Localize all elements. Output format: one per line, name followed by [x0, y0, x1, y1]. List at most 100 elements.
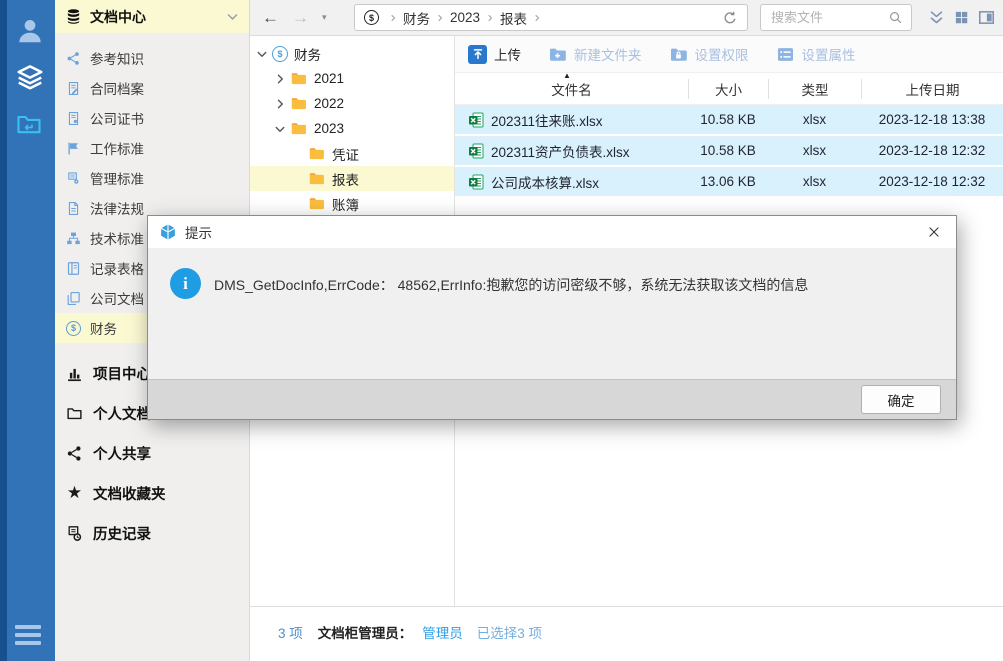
chevron-right-icon[interactable]: [274, 98, 286, 110]
set-permissions-button[interactable]: 设置权限: [669, 44, 749, 64]
menu-toggle-icon[interactable]: [15, 625, 41, 649]
grid-view-icon[interactable]: [954, 10, 969, 25]
document-icon: [66, 201, 81, 216]
back-icon[interactable]: ←: [262, 8, 279, 28]
nav-arrows: ← → ▾: [262, 0, 327, 35]
sidebar-item-contracts[interactable]: 合同档案: [55, 73, 249, 103]
folder-transfer-icon[interactable]: [15, 110, 43, 138]
document-pen-icon: [66, 81, 81, 96]
file-type: xlsx: [768, 143, 861, 158]
search-input[interactable]: [769, 9, 888, 26]
tree-node-ledgers[interactable]: 账簿: [250, 191, 454, 216]
tree-node-label: 凭证: [332, 144, 359, 164]
refresh-icon[interactable]: [722, 10, 738, 26]
file-size: 10.58 KB: [688, 143, 768, 158]
user-icon[interactable]: [15, 16, 45, 46]
file-name: 202311资产负债表.xlsx: [491, 141, 630, 161]
tree-node-2023[interactable]: 2023: [250, 116, 454, 141]
column-header-type[interactable]: 类型: [768, 79, 861, 99]
chevron-down-icon[interactable]: [274, 123, 286, 135]
double-chevron-down-icon[interactable]: [928, 9, 945, 26]
new-folder-button[interactable]: 新建文件夹: [548, 44, 642, 64]
sidebar-item-label: 文档收藏夹: [93, 483, 166, 504]
tree-node-reports[interactable]: 报表: [250, 166, 454, 191]
alert-dialog: 提示 i DMS_GetDocInfo,ErrCode： 48562,ErrIn…: [147, 215, 957, 420]
breadcrumb: $ 财务 2023 报表: [354, 4, 748, 31]
set-properties-label: 设置属性: [802, 44, 856, 64]
dialog-body: i DMS_GetDocInfo,ErrCode： 48562,ErrInfo:…: [148, 248, 956, 379]
bar-chart-icon: [66, 365, 83, 382]
chevron-right-icon: [533, 13, 541, 23]
history-dropdown-icon[interactable]: ▾: [322, 12, 327, 23]
forward-icon[interactable]: →: [292, 8, 309, 28]
breadcrumb-segment-finance[interactable]: 财务: [403, 8, 430, 28]
sidebar-header-doc-center[interactable]: 文档中心: [55, 0, 249, 33]
folder-icon: [290, 95, 307, 112]
tree-node-2021[interactable]: 2021: [250, 66, 454, 91]
chevron-right-icon: [389, 13, 397, 23]
top-navigation-bar: ← → ▾ $ 财务 2023 报表: [250, 0, 1003, 36]
ok-button[interactable]: 确定: [861, 385, 941, 414]
sidebar-item-personal-share[interactable]: 个人共享: [55, 433, 249, 473]
excel-file-icon: [468, 112, 484, 128]
sidebar-item-label: 历史记录: [93, 523, 151, 544]
chevron-down-icon[interactable]: [226, 10, 239, 23]
breadcrumb-segment-reports[interactable]: 报表: [500, 8, 527, 28]
app-cube-icon: [159, 223, 177, 241]
chevron-down-icon[interactable]: [256, 48, 268, 60]
excel-file-icon: [468, 143, 484, 159]
tree-node-finance[interactable]: $ 财务: [250, 41, 454, 66]
sidebar-item-certificates[interactable]: 公司证书: [55, 103, 249, 133]
list-icon: [776, 45, 795, 64]
breadcrumb-segment-2023[interactable]: 2023: [450, 10, 480, 25]
file-type: xlsx: [768, 174, 861, 189]
sidebar-item-label: 参考知识: [90, 48, 144, 68]
sidebar-item-work-standards[interactable]: 工作标准: [55, 133, 249, 163]
column-header-filename[interactable]: 文件名: [455, 79, 688, 99]
chevron-right-icon[interactable]: [274, 73, 286, 85]
sidebar-item-management-standards[interactable]: 管理标准: [55, 163, 249, 193]
table-row[interactable]: 202311资产负债表.xlsx 10.58 KB xlsx 2023-12-1…: [455, 136, 1003, 165]
tree-node-label: 报表: [332, 169, 359, 189]
layers-icon[interactable]: [15, 62, 45, 92]
file-toolbar: 上传 新建文件夹 设置权限 设置属性: [455, 36, 1003, 73]
sidebar-item-label: 公司文档: [90, 288, 144, 308]
tree-node-2022[interactable]: 2022: [250, 91, 454, 116]
folder-lock-icon: [669, 45, 688, 64]
sidebar-item-label: 财务: [90, 318, 117, 338]
sidebar-item-favorites[interactable]: ★ 文档收藏夹: [55, 473, 249, 513]
upload-label: 上传: [494, 44, 521, 64]
set-properties-button[interactable]: 设置属性: [776, 44, 856, 64]
cabinet-admin-label: 文档柜管理员：: [318, 626, 413, 641]
file-name: 公司成本核算.xlsx: [491, 172, 599, 192]
tree-node-label: 财务: [294, 44, 321, 64]
sidebar-item-history[interactable]: 历史记录: [55, 513, 249, 553]
view-controls: [928, 0, 995, 35]
search-icon[interactable]: [888, 10, 903, 25]
table-row[interactable]: 公司成本核算.xlsx 13.06 KB xlsx 2023-12-18 12:…: [455, 167, 1003, 196]
panel-layout-icon[interactable]: [978, 9, 995, 26]
certificate-icon: [66, 111, 81, 126]
chevron-right-icon: [436, 13, 444, 23]
column-header-size[interactable]: 大小: [688, 79, 768, 99]
new-folder-label: 新建文件夹: [574, 44, 642, 64]
dollar-circle-icon: $: [66, 321, 81, 336]
sidebar-item-reference[interactable]: 参考知识: [55, 43, 249, 73]
admin-link[interactable]: 管理员: [422, 626, 463, 641]
flag-icon: [66, 141, 81, 156]
folder-icon: [290, 70, 307, 87]
file-upload-date: 2023-12-18 12:32: [861, 143, 1003, 158]
sidebar-item-label: 法律法规: [90, 198, 144, 218]
folder-icon: [66, 405, 83, 422]
upload-button[interactable]: 上传: [468, 44, 521, 64]
tree-node-vouchers[interactable]: 凭证: [250, 141, 454, 166]
app-window: 文档中心 参考知识 合同档案 公司证书 工作标准 管理标准: [0, 0, 1003, 661]
table-row[interactable]: 202311往来账.xlsx 10.58 KB xlsx 2023-12-18 …: [455, 105, 1003, 134]
sidebar-item-label: 技术标准: [90, 228, 144, 248]
finance-root-icon[interactable]: $: [364, 10, 379, 25]
book-icon: [66, 261, 81, 276]
file-size: 10.58 KB: [688, 112, 768, 127]
sidebar-item-label: 个人文档: [93, 403, 151, 424]
close-icon[interactable]: [923, 221, 945, 243]
column-header-upload-date[interactable]: 上传日期: [861, 79, 1003, 99]
